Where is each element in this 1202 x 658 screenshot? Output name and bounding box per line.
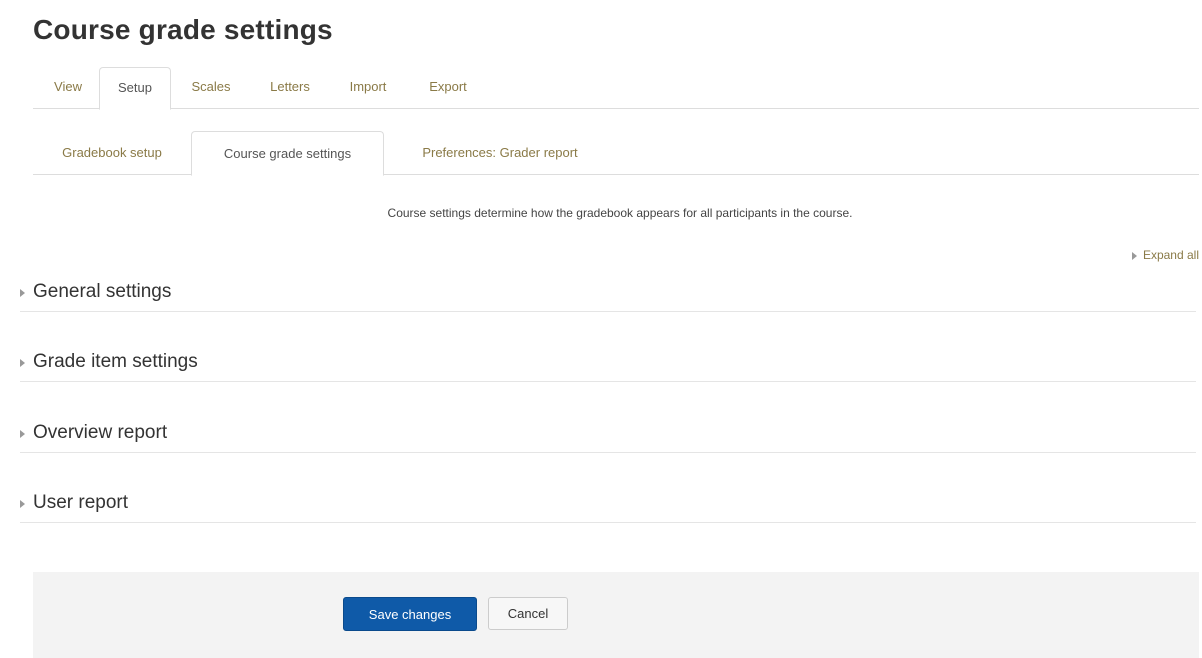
collapsed-triangle-icon bbox=[20, 289, 25, 297]
tab-course-grade-settings[interactable]: Course grade settings bbox=[191, 131, 384, 176]
cancel-button[interactable]: Cancel bbox=[488, 597, 568, 630]
section-label: Overview report bbox=[33, 422, 168, 443]
tab-scales[interactable]: Scales bbox=[177, 67, 245, 109]
section-general-settings[interactable]: General settings bbox=[20, 276, 1196, 312]
tab-preferences-grader-report[interactable]: Preferences: Grader report bbox=[388, 131, 612, 175]
tab-view[interactable]: View bbox=[43, 67, 93, 109]
expand-all-link[interactable]: Expand all bbox=[1131, 248, 1199, 262]
page-title: Course grade settings bbox=[33, 14, 333, 45]
section-user-report[interactable]: User report bbox=[20, 487, 1196, 523]
section-overview-report[interactable]: Overview report bbox=[20, 417, 1196, 453]
tab-setup[interactable]: Setup bbox=[99, 67, 171, 110]
expand-all-label: Expand all bbox=[1142, 248, 1199, 262]
tab-gradebook-setup[interactable]: Gradebook setup bbox=[33, 131, 191, 175]
tab-letters[interactable]: Letters bbox=[257, 67, 323, 109]
section-label: General settings bbox=[33, 281, 172, 302]
tab-import[interactable]: Import bbox=[339, 67, 397, 109]
tab-export[interactable]: Export bbox=[419, 67, 477, 109]
collapsed-triangle-icon bbox=[20, 359, 25, 367]
collapsed-triangle-icon bbox=[20, 430, 25, 438]
section-label: Grade item settings bbox=[33, 351, 198, 372]
collapsed-triangle-icon bbox=[20, 500, 25, 508]
intro-text: Course settings determine how the gradeb… bbox=[387, 206, 853, 220]
section-label: User report bbox=[33, 492, 129, 513]
section-grade-item-settings[interactable]: Grade item settings bbox=[20, 346, 1196, 382]
save-changes-button[interactable]: Save changes bbox=[343, 597, 477, 631]
primary-tabs: View Setup Scales Letters Import Export bbox=[33, 67, 1199, 110]
form-footer: Save changes Cancel bbox=[33, 572, 1199, 658]
expand-triangle-icon bbox=[1131, 251, 1137, 260]
secondary-tabs: Gradebook setup Course grade settings Pr… bbox=[33, 131, 1199, 176]
